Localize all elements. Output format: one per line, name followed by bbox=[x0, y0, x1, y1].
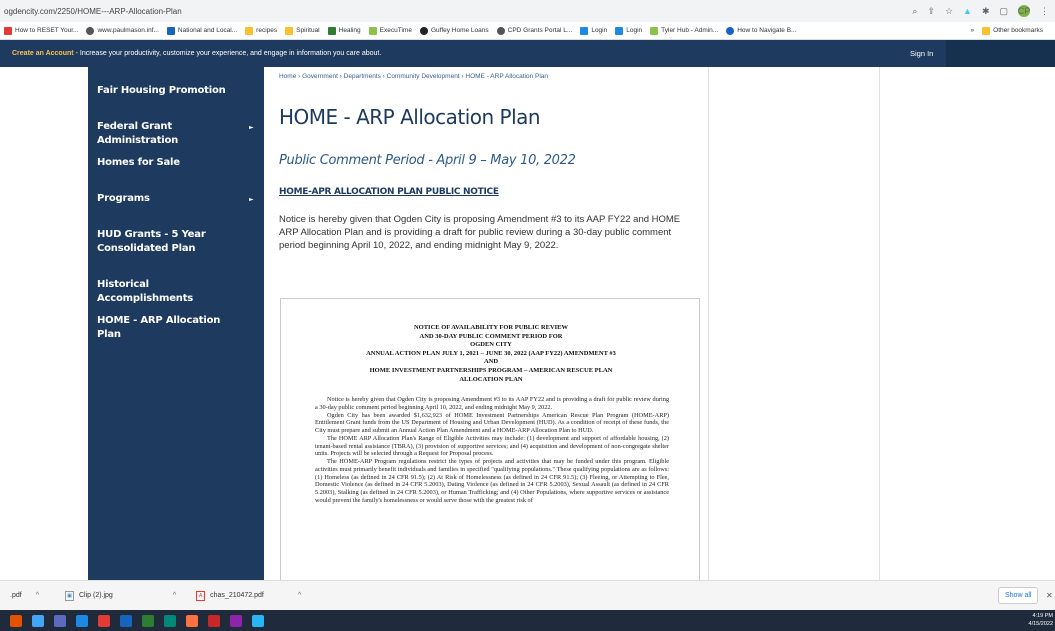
bookmark-7[interactable]: Guffey Home Loans bbox=[419, 26, 489, 35]
site-icon bbox=[650, 26, 659, 35]
notice-paragraph: Notice is hereby given that Ogden City i… bbox=[279, 214, 681, 251]
youtube-icon bbox=[4, 26, 12, 35]
sidebar-item-hud-grants[interactable]: HUD Grants - 5 Year Consolidated Plan bbox=[97, 228, 247, 256]
download-item-2[interactable]: Achas_210472.pdf ^ bbox=[196, 590, 301, 601]
bookmark-12[interactable]: How to Navigate B... bbox=[726, 26, 796, 35]
sidebar-item-federal-grant[interactable]: Federal Grant Administration ► bbox=[97, 120, 254, 148]
chevron-up-icon[interactable]: ^ bbox=[36, 592, 39, 599]
document-body: Notice is hereby given that Ogden City i… bbox=[315, 396, 669, 504]
right-column bbox=[708, 67, 880, 580]
chevron-right-icon: ► bbox=[249, 196, 254, 203]
sidebar-nav: Fair Housing Promotion Federal Grant Adm… bbox=[88, 67, 264, 580]
bookmark-3[interactable]: recipes bbox=[245, 26, 277, 35]
sign-in-link[interactable]: Sign In bbox=[910, 49, 933, 58]
close-icon[interactable]: ✕ bbox=[1046, 591, 1053, 600]
bookmark-2[interactable]: National and Local... bbox=[166, 26, 237, 35]
menu-icon[interactable]: ⋮ bbox=[1040, 6, 1049, 17]
bookmark-11[interactable]: Tyler Hub - Admin... bbox=[650, 26, 718, 35]
bookmark-1[interactable]: www.paulmason.inf... bbox=[86, 26, 159, 35]
sidebar-item-historical[interactable]: Historical Accomplishments bbox=[97, 278, 247, 306]
site-header-strip: Create an Account - Increase your produc… bbox=[0, 40, 1055, 67]
show-all-button[interactable]: Show all bbox=[998, 587, 1039, 604]
browser-toolbar: ⌕ ⇪ ☆ ▲ ✱ ▢ CP ⋮ bbox=[912, 5, 1055, 17]
chevron-up-icon[interactable]: ^ bbox=[298, 592, 301, 599]
chevron-right-icon: ► bbox=[249, 124, 254, 131]
address-bar[interactable]: ogdencity.com/2250/HOME---ARP-Allocation… bbox=[0, 0, 1055, 22]
breadcrumb[interactable]: Home › Government › Departments › Commun… bbox=[279, 73, 548, 80]
star-icon[interactable]: ☆ bbox=[945, 6, 953, 17]
header-right-panel bbox=[946, 40, 1055, 67]
sidebar-item-homes-for-sale[interactable]: Homes for Sale bbox=[97, 156, 247, 170]
sidepanel-icon[interactable]: ▢ bbox=[999, 6, 1008, 17]
excel-icon[interactable] bbox=[142, 614, 154, 627]
site-icon bbox=[580, 26, 589, 35]
notice-document-image: NOTICE OF AVAILABILITY FOR PUBLIC REVIEW… bbox=[280, 298, 700, 580]
chevron-up-icon[interactable]: ^ bbox=[173, 592, 176, 599]
app-icon[interactable] bbox=[208, 614, 220, 627]
download-item-0[interactable]: .pdf ^ bbox=[10, 592, 39, 599]
bookmarks-overflow: » Other bookmarks bbox=[971, 26, 1055, 35]
document-heading: NOTICE OF AVAILABILITY FOR PUBLIC REVIEW… bbox=[366, 324, 616, 383]
bookmark-8[interactable]: CPD Grants Portal L... bbox=[496, 26, 572, 35]
download-bar: .pdf ^ ▣ Clip (2).jpg ^ Achas_210472.pdf ^ S… bbox=[0, 580, 1055, 610]
folder-icon bbox=[982, 26, 991, 35]
download-item-1[interactable]: ▣ Clip (2).jpg ^ bbox=[64, 590, 176, 601]
puzzle-icon[interactable]: ✱ bbox=[982, 6, 990, 17]
system-clock[interactable]: 4:19 PM 4/15/2022 bbox=[1029, 612, 1053, 628]
taskbar: 4:19 PM 4/15/2022 bbox=[0, 610, 1055, 631]
sidebar-item-programs[interactable]: Programs ► bbox=[97, 192, 254, 206]
globe-icon bbox=[86, 26, 95, 35]
sidebar-item-home-arp[interactable]: HOME - ARP Allocation Plan bbox=[97, 314, 247, 342]
acrobat-icon[interactable] bbox=[98, 614, 110, 627]
taskview-icon[interactable] bbox=[32, 614, 44, 627]
site-icon bbox=[615, 26, 624, 35]
page-main: Fair Housing Promotion Federal Grant Adm… bbox=[0, 67, 1055, 580]
chrome-icon[interactable] bbox=[186, 614, 198, 627]
app-icon[interactable] bbox=[230, 614, 242, 627]
account-message: - Increase your productivity, customize … bbox=[75, 50, 382, 57]
outlook-icon[interactable] bbox=[76, 614, 88, 627]
bookmarks-bar: How to RESET Your... www.paulmason.inf..… bbox=[0, 22, 1055, 40]
page-subtitle: Public Comment Period - April 9 – May 10… bbox=[279, 153, 576, 168]
profile-avatar[interactable]: CP bbox=[1018, 5, 1030, 17]
bookmark-5[interactable]: Healing bbox=[327, 26, 361, 35]
bookmark-9[interactable]: Login bbox=[580, 26, 607, 35]
site-icon bbox=[419, 26, 428, 35]
bookmark-0[interactable]: How to RESET Your... bbox=[4, 26, 78, 35]
other-bookmarks[interactable]: Other bookmarks bbox=[982, 26, 1043, 35]
bookmark-4[interactable]: Spiritual bbox=[285, 26, 320, 35]
app-icon[interactable] bbox=[252, 614, 264, 627]
folder-icon bbox=[245, 26, 254, 35]
site-icon bbox=[327, 26, 336, 35]
site-icon bbox=[166, 26, 175, 35]
site-icon bbox=[368, 26, 377, 35]
image-file-icon: ▣ bbox=[64, 590, 74, 601]
app-icon[interactable] bbox=[164, 614, 176, 627]
globe-icon bbox=[496, 26, 505, 35]
folder-icon bbox=[285, 26, 294, 35]
create-account-link[interactable]: Create an Account bbox=[12, 50, 74, 57]
page-title: HOME - ARP Allocation Plan bbox=[279, 105, 541, 129]
word-icon[interactable] bbox=[120, 614, 132, 627]
extension-icon[interactable]: ▲ bbox=[963, 6, 972, 16]
zoom-icon[interactable]: ⌕ bbox=[912, 6, 917, 17]
share-icon[interactable]: ⇪ bbox=[927, 6, 935, 17]
pdf-file-icon: A bbox=[196, 590, 206, 601]
teams-icon[interactable] bbox=[54, 614, 66, 627]
url-text[interactable]: ogdencity.com/2250/HOME---ARP-Allocation… bbox=[4, 7, 912, 16]
start-icon[interactable] bbox=[10, 614, 22, 627]
site-icon bbox=[726, 26, 735, 35]
bookmark-6[interactable]: ExecuTime bbox=[368, 26, 412, 35]
sidebar-item-fair-housing[interactable]: Fair Housing Promotion bbox=[97, 84, 247, 98]
bookmark-10[interactable]: Login bbox=[615, 26, 642, 35]
notice-heading: HOME-APR ALLOCATION PLAN PUBLIC NOTICE bbox=[279, 187, 499, 197]
more-bookmarks-button[interactable]: » bbox=[971, 27, 975, 35]
